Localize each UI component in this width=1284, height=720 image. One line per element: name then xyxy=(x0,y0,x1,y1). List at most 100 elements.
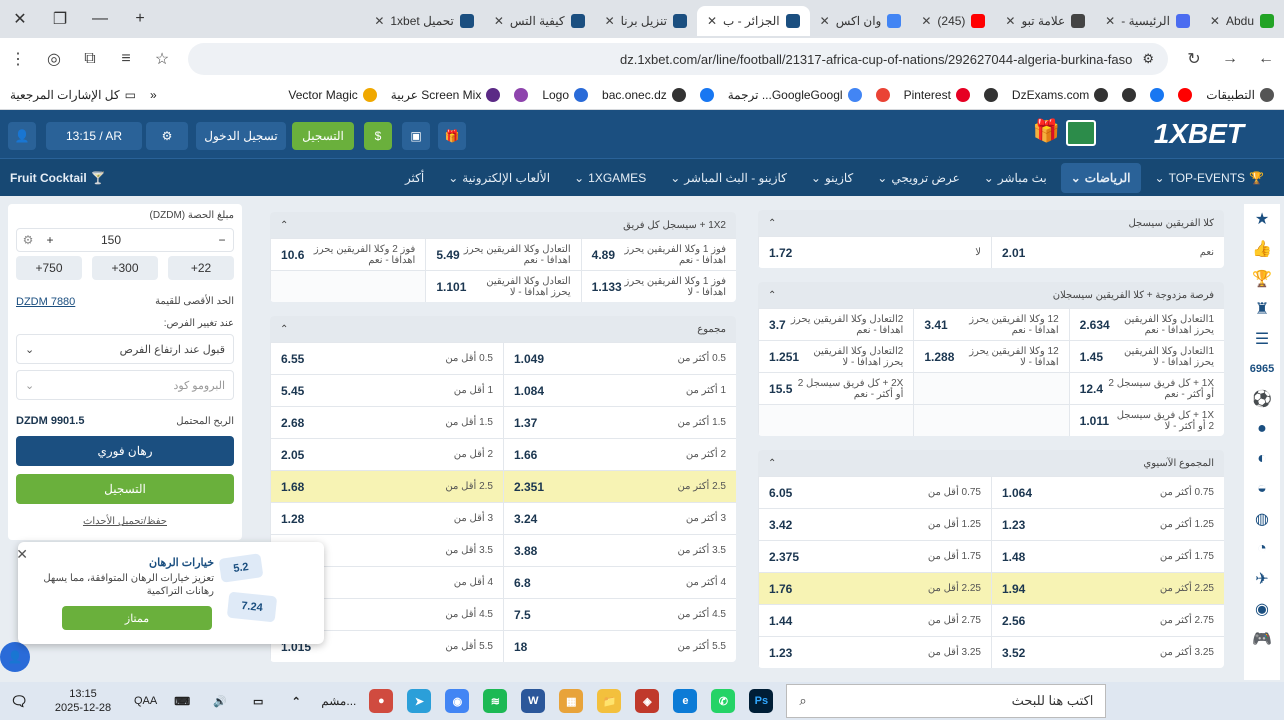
close-tab-icon[interactable]: ✕ xyxy=(820,14,830,28)
betslip-register-button[interactable]: التسجيل xyxy=(16,474,234,504)
odds-cell[interactable]: 4.5 أكثر من 7.5 xyxy=(503,599,736,630)
odds-cell[interactable]: 3 أقل من 1.28 xyxy=(270,503,503,534)
nav-item[interactable]: 🏆 TOP-EVENTS ⌄ xyxy=(1145,163,1274,193)
chrome-icon[interactable]: ◉ xyxy=(445,689,470,713)
odds-change-select[interactable]: قبول عند ارتفاع الفرص ⌄ xyxy=(16,334,234,364)
deposit-icon[interactable]: $ xyxy=(364,122,392,150)
bookmark-item[interactable]: bac.onec.dz xyxy=(602,87,686,102)
clock[interactable]: 13:15 2025-12-28 xyxy=(38,687,128,715)
badminton-icon[interactable]: ✈ xyxy=(1244,564,1280,594)
telegram-icon[interactable]: ➤ xyxy=(407,689,432,713)
odds-cell[interactable]: 2.75 أقل من 1.44 xyxy=(758,605,991,636)
odds-cell[interactable]: 5.5 أكثر من 18 xyxy=(503,631,736,662)
odds-cell[interactable]: 2التعادل وكلا الفريقين يحرز اهدافا - نعم… xyxy=(758,309,914,340)
profile-icon[interactable]: ◎ xyxy=(36,41,72,77)
bookmark-item[interactable]: Vector Magic xyxy=(288,87,377,102)
bookmark-item[interactable] xyxy=(699,87,714,102)
app3-icon[interactable]: ◈ xyxy=(635,689,660,713)
back-icon[interactable]: ← xyxy=(1248,41,1284,77)
whatsapp-icon[interactable]: ✆ xyxy=(711,689,736,713)
odds-cell[interactable]: التعادل وكلا الفريقين يحرز اهدافا - لا 1.… xyxy=(425,271,581,302)
odds-cell[interactable]: 2.5 أكثر من 2.351 xyxy=(503,471,736,502)
hockey-icon[interactable]: ◔ xyxy=(1244,534,1280,564)
notifications-icon[interactable]: 🗨 xyxy=(7,689,31,713)
list-icon[interactable]: ☰ xyxy=(1244,324,1280,354)
odds-cell[interactable]: 1.25 أكثر من 1.23 xyxy=(991,509,1224,540)
browser-tab[interactable]: علامة تبو ✕ xyxy=(995,6,1095,36)
gift-small-icon[interactable]: 🎁 xyxy=(438,122,466,150)
football-icon[interactable]: ⚽ xyxy=(1244,384,1280,414)
tray-chevron-icon[interactable]: ⌃ xyxy=(284,689,308,713)
odds-cell[interactable]: 2.5 أقل من 1.68 xyxy=(270,471,503,502)
edge-icon[interactable]: e xyxy=(673,689,698,713)
decrease-button[interactable]: − xyxy=(211,233,233,247)
odds-cell[interactable]: 1.5 أقل من 2.68 xyxy=(270,407,503,438)
trophy-icon[interactable]: 🏆 xyxy=(1244,264,1280,294)
odds-cell[interactable]: 0.75 أكثر من 1.064 xyxy=(991,477,1224,508)
close-tab-icon[interactable]: ✕ xyxy=(1105,14,1115,28)
odds-cell[interactable]: فوز 1 وكلا الفريقين يحرز اهدافا - لا 1.13… xyxy=(580,271,736,302)
close-tab-icon[interactable]: ✕ xyxy=(1210,14,1220,28)
close-tab-icon[interactable]: ✕ xyxy=(494,14,504,28)
file-explorer-icon[interactable]: 📁 xyxy=(597,689,622,713)
odds-cell[interactable]: 1.75 أقل من 2.375 xyxy=(758,541,991,572)
nav-item[interactable]: أكثر xyxy=(395,163,434,193)
odds-cell[interactable]: فوز 1 وكلا الفريقين يحرز اهدافا - نعم 4.8… xyxy=(580,239,736,270)
time-language-selector[interactable]: 13:15 / AR xyxy=(46,122,142,150)
odds-cell[interactable]: 3.5 أكثر من 3.88 xyxy=(503,535,736,566)
bookmark-item[interactable]: التطبيقات xyxy=(1206,87,1274,102)
login-button[interactable]: تسجيل الدخول xyxy=(196,122,286,150)
tennis-icon[interactable]: ◐ xyxy=(1244,444,1280,474)
browser-tab[interactable]: Abdu ✕ xyxy=(1200,6,1284,36)
restore-window-icon[interactable]: ❐ xyxy=(40,0,80,38)
nav-item[interactable]: عرض ترويجي ⌄ xyxy=(867,163,970,193)
odds-cell[interactable]: 1التعادل وكلا الفريقين يحرز اهدافا - لا 1… xyxy=(1068,341,1224,372)
market-header[interactable]: كلا الفريقين سيسجل ⌃ xyxy=(758,210,1224,236)
odds-cell[interactable]: 1.5 أكثر من 1.37 xyxy=(503,407,736,438)
volleyball-icon[interactable]: ◍ xyxy=(1244,504,1280,534)
promo-code-input[interactable]: البرومو كود ⌄ xyxy=(16,370,234,400)
stake-settings-icon[interactable]: ⚙ xyxy=(17,233,39,247)
browser-tab[interactable]: تنزيل برنا ✕ xyxy=(595,6,697,36)
close-popup-icon[interactable]: ✕ xyxy=(16,546,28,563)
bookmark-item[interactable]: Pinterest xyxy=(904,87,970,102)
browser-tab[interactable]: كيفية التس ✕ xyxy=(484,6,595,36)
market-header[interactable]: المجموع الآسيوي ⌃ xyxy=(758,450,1224,476)
language-indicator[interactable]: QAA xyxy=(134,695,157,707)
browser-tab[interactable]: وان اكس ✕ xyxy=(810,6,912,36)
bookmark-item[interactable] xyxy=(514,87,529,102)
odds-cell[interactable]: 1 أقل من 5.45 xyxy=(270,375,503,406)
all-bookmarks[interactable]: كل الإشارات المرجعية ▭ xyxy=(10,88,136,102)
baseball-icon[interactable]: ◒ xyxy=(1244,474,1280,504)
star-icon[interactable]: ★ xyxy=(1244,204,1280,234)
odds-cell[interactable]: 0.5 أكثر من 1.049 xyxy=(503,343,736,374)
minimized-window[interactable]: مشم... xyxy=(321,694,356,708)
nav-item[interactable]: كازينو ⌄ xyxy=(801,163,863,193)
bookmark-item[interactable] xyxy=(1178,87,1193,102)
support-chat-icon[interactable]: 👤 xyxy=(0,642,30,672)
bookmark-star-icon[interactable]: ☆ xyxy=(144,41,180,77)
nav-fruit-cocktail[interactable]: 🍸 Fruit Cocktail xyxy=(0,163,116,193)
gift-icon[interactable]: 🎁 xyxy=(1033,118,1060,144)
market-header[interactable]: 1X2 + سيسجل كل فريق ⌃ xyxy=(270,212,736,238)
bookmark-item[interactable] xyxy=(1122,87,1137,102)
promo-icon[interactable]: ▣ xyxy=(402,122,430,150)
odds-cell[interactable]: فوز 2 وكلا الفريقين يحرز اهدافا - نعم 10.… xyxy=(270,239,426,270)
media-icon[interactable]: ≡ xyxy=(108,41,144,77)
bookmark-item[interactable] xyxy=(983,87,998,102)
odds-cell[interactable]: 2.25 أقل من 1.76 xyxy=(758,573,991,604)
photoshop-icon[interactable]: Ps xyxy=(749,689,774,713)
odds-cell[interactable]: 3.25 أكثر من 3.52 xyxy=(991,637,1224,668)
close-tab-icon[interactable]: ✕ xyxy=(605,14,615,28)
odds-cell[interactable]: 12 وكلا الفريقين يحرز اهدافا - لا 1.288 xyxy=(913,341,1069,372)
spotify-icon[interactable]: ≋ xyxy=(483,689,508,713)
new-tab-icon[interactable]: + xyxy=(120,0,160,38)
app-icon[interactable]: ● xyxy=(369,689,394,713)
word-icon[interactable]: W xyxy=(521,689,546,713)
odds-cell[interactable]: 2 أكثر من 1.66 xyxy=(503,439,736,470)
browser-tab[interactable]: الرئيسية - ✕ xyxy=(1095,6,1200,36)
settings-icon[interactable]: ⚙ xyxy=(146,122,188,150)
nav-item[interactable]: الرياضات ⌄ xyxy=(1060,162,1141,193)
nav-item[interactable]: 1XGAMES ⌄ xyxy=(564,163,656,193)
nav-item[interactable]: بث مباشر ⌄ xyxy=(974,163,1057,193)
